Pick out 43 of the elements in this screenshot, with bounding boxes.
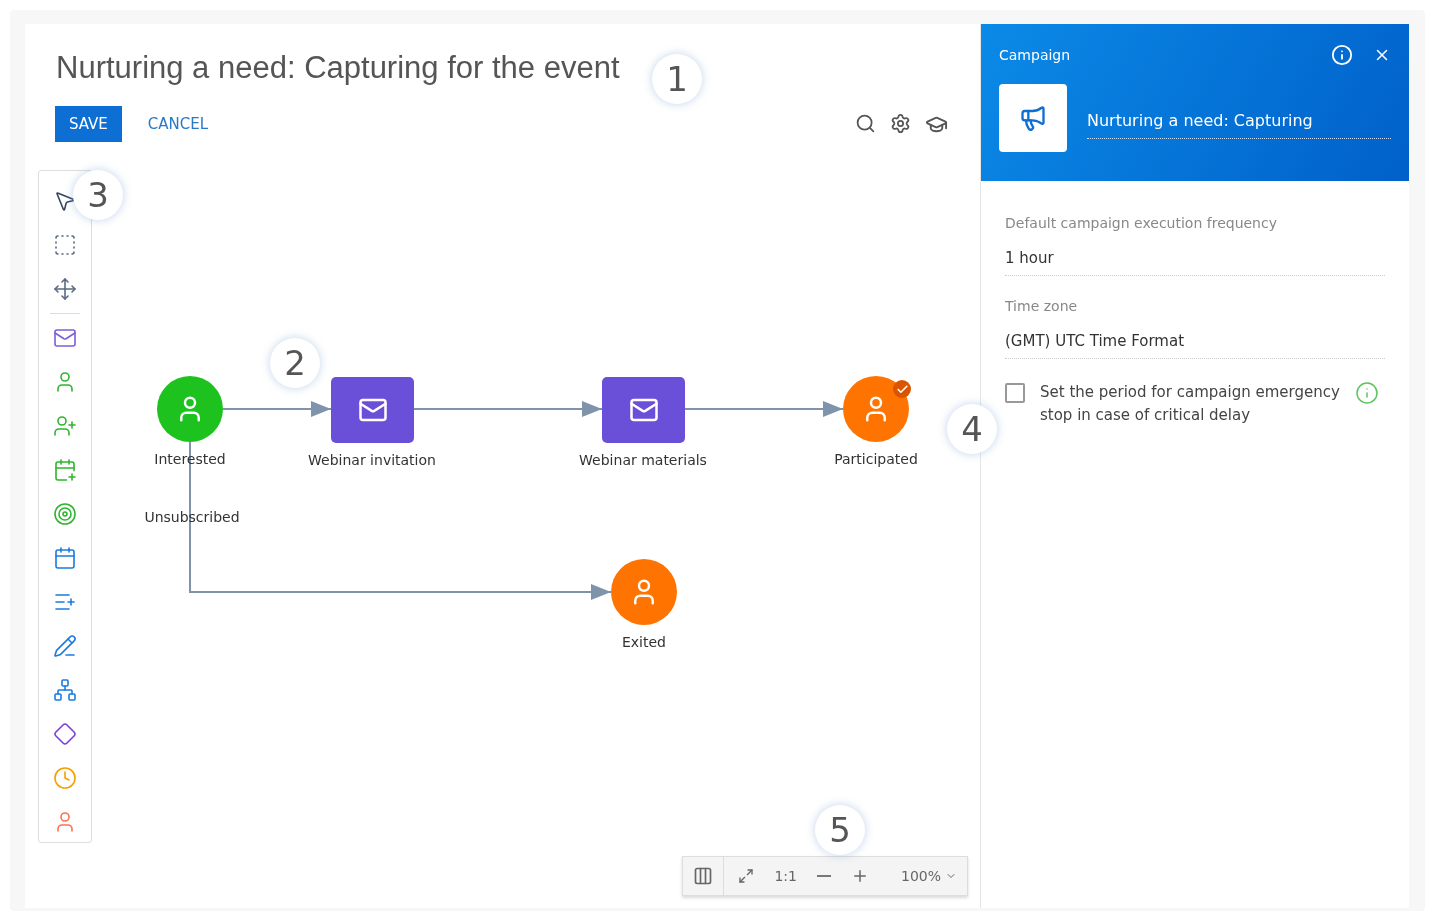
checkbox[interactable] — [1005, 383, 1025, 403]
email-node[interactable] — [602, 377, 685, 443]
columns-icon — [693, 866, 714, 886]
actual-size-button[interactable]: 1:1 — [764, 857, 807, 895]
node-label: Webinar invitation — [308, 452, 436, 468]
target-icon[interactable] — [53, 502, 77, 526]
dashed-square-icon[interactable] — [53, 233, 77, 257]
name-field[interactable]: Nurturing a need: Capturing — [1087, 111, 1391, 139]
node-label: Exited — [622, 634, 666, 650]
field-value[interactable]: 1 hour — [1005, 245, 1385, 276]
fit-icon — [738, 868, 755, 884]
move-icon[interactable] — [53, 277, 77, 301]
diamond-icon[interactable] — [53, 722, 77, 746]
callout-number: 2 — [270, 338, 320, 388]
field-label: Time zone — [1005, 298, 1079, 314]
callout-number: 1 — [652, 54, 702, 104]
zoom-dropdown[interactable]: 100% — [878, 857, 967, 895]
envelope-icon[interactable] — [53, 326, 77, 350]
network-icon[interactable] — [53, 678, 77, 702]
callout-number: 3 — [73, 170, 123, 220]
calendar-icon[interactable] — [53, 546, 77, 570]
field-value[interactable]: (GMT) UTC Time Format — [1005, 328, 1385, 359]
node-label: Webinar materials — [579, 452, 707, 468]
settings-icon[interactable] — [890, 112, 911, 134]
checkbox-label: Set the period for campaign emergency stop in case of critical delay — [1040, 382, 1340, 426]
save-button[interactable]: SAVE — [55, 106, 122, 142]
info-icon[interactable] — [1355, 381, 1379, 405]
node-label: Participated — [834, 451, 918, 467]
calendar-plus-icon[interactable] — [53, 458, 77, 482]
search-icon[interactable] — [855, 112, 876, 134]
cancel-link[interactable]: CANCEL — [147, 115, 209, 133]
check-icon — [895, 382, 909, 396]
page-title: Nurturing a need: Capturing for the event — [56, 50, 620, 86]
callout-number: 4 — [947, 404, 997, 454]
callout-number: 5 — [815, 805, 865, 855]
field-label: Default campaign execution frequency — [1005, 215, 1278, 231]
person-plus-icon[interactable] — [53, 414, 77, 438]
pencil-icon[interactable] — [53, 634, 77, 658]
panel-caption: Campaign — [999, 47, 1071, 63]
megaphone-icon — [1019, 104, 1047, 132]
clock-icon[interactable] — [53, 766, 77, 790]
minus-icon — [816, 875, 831, 877]
email-node[interactable] — [331, 377, 414, 443]
